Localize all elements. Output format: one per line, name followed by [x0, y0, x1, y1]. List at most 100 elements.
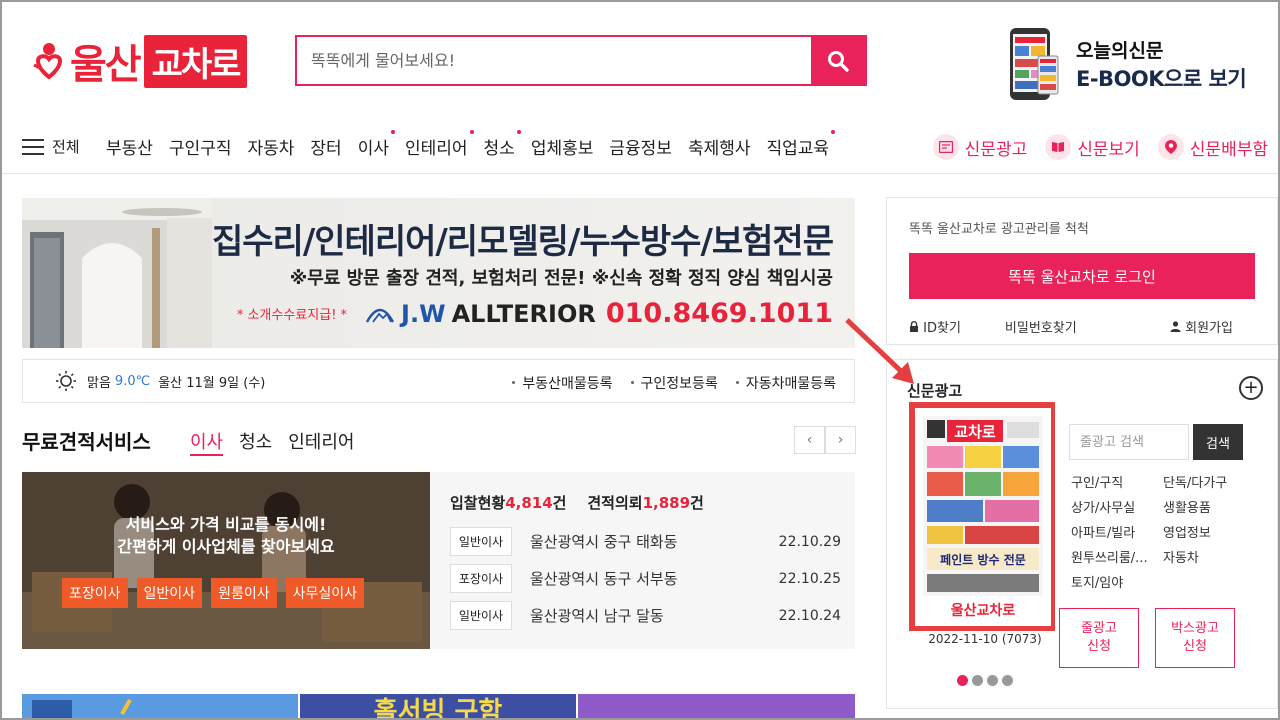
newspaper-cover[interactable]: 교차로 페인트 방수 전문 울산교차로 [911, 404, 1055, 630]
prev-button[interactable]: ‹ [794, 426, 825, 454]
nav-item[interactable]: 직업교육 [759, 130, 838, 159]
join-link[interactable]: 회원가입 [1170, 317, 1255, 336]
apply-label: 박스광고 신청 [1171, 621, 1219, 654]
ad-category-link[interactable]: 영업정보 [1163, 522, 1263, 541]
ad-category-link[interactable]: 원투쓰리룸/... [1071, 547, 1163, 566]
box-ad-apply-button[interactable]: 박스광고 신청 [1155, 608, 1235, 668]
tab-moving[interactable]: 이사 [190, 428, 224, 456]
packing-moving-button[interactable]: 포장이사 [62, 578, 128, 608]
sun-icon [56, 371, 76, 391]
main-nav: 전체 부동산 구인구직 자동차 장터 이사 인테리어 청소 업체홍보 금융정보 축제행사 직업교육 … [2, 124, 1278, 174]
site-logo[interactable]: 울산 교차로 [32, 32, 248, 90]
banner-brand-allterior: ALLTERIOR [451, 299, 596, 328]
ebook-line1: 오늘의신문 [1076, 39, 1164, 62]
oneroom-moving-button[interactable]: 원룸이사 [211, 578, 277, 608]
nav-items: 부동산 구인구직 자동차 장터 이사 인테리어 청소 업체홍보 금융정보 축제행사 직업교육 [98, 130, 838, 159]
new-dot-indicator [516, 130, 521, 134]
search-input[interactable] [297, 37, 811, 84]
ad-category-link[interactable]: 상가/사무실 [1071, 497, 1163, 516]
newspaper-icon [932, 134, 959, 160]
plus-circle-icon[interactable]: + [1239, 376, 1263, 400]
bottom-tile-2[interactable]: 홀서빙 구함 [300, 694, 576, 718]
nav-newspaper-box[interactable]: 신문배부함 [1157, 134, 1268, 160]
general-moving-button[interactable]: 일반이사 [136, 578, 203, 608]
quote-address: 울산광역시 동구 서부동 [530, 570, 678, 588]
newspaper-ad-title: 신문광고 [907, 382, 963, 400]
nav-all-label: 전체 [52, 138, 80, 156]
nav-item[interactable]: 축제행사 [680, 134, 759, 159]
quote-date: 22.10.25 [778, 570, 841, 587]
weather-bar: 맑음 9.0℃ 울산 11월 9일 (수) 부동산매물등록 구인정보등록 자동차… [22, 359, 855, 403]
login-box: 똑똑 울산교차로 광고관리를 척척 똑똑 울산교차로 로그인 ID찾기 비밀번호… [886, 197, 1278, 345]
mountain-logo-icon [365, 308, 395, 323]
ebook-link[interactable]: 오늘의신문 E-BOOK으로 보기 [1002, 24, 1252, 104]
ad-category-link[interactable]: 구인/구직 [1071, 472, 1163, 491]
bottom-tile-3[interactable] [578, 694, 855, 718]
link-job-register[interactable]: 구인정보등록 [630, 373, 718, 393]
ad-category-link[interactable]: 아파트/빌라 [1071, 522, 1163, 541]
quote-type-badge: 포장이사 [450, 564, 512, 593]
nav-item[interactable]: 자동차 [239, 134, 302, 159]
list-item[interactable]: 일반이사 울산광역시 중구 태화동 22.10.29 [450, 523, 841, 560]
quote-date: 22.10.24 [778, 607, 841, 624]
slide-dot[interactable] [957, 675, 968, 686]
nav-item[interactable]: 이사 [350, 130, 397, 159]
bottom-tile-1[interactable] [22, 694, 298, 718]
nav-item[interactable]: 인테리어 [397, 130, 476, 159]
search-bar [295, 35, 867, 86]
slide-dot[interactable] [1002, 675, 1013, 686]
quote-type-badge: 일반이사 [450, 601, 512, 630]
line-ad-search-button[interactable]: 검색 [1193, 424, 1243, 460]
nav-newspaper-view[interactable]: 신문보기 [1045, 134, 1140, 160]
nav-newspaper-ad[interactable]: 신문광고 [932, 134, 1027, 160]
link-real-estate-register[interactable]: 부동산매물등록 [512, 373, 613, 393]
tab-cleaning[interactable]: 청소 [239, 428, 272, 456]
line-ad-search-input[interactable] [1069, 424, 1189, 460]
newspaper-ad-box: 신문광고 + 교차로 페인트 방수 전문 울산교차로 2022-11-10 (7… [886, 359, 1278, 709]
banner-phone: 010.8469.1011 [605, 298, 833, 329]
ad-category-link[interactable]: 생활용품 [1163, 497, 1263, 516]
newspaper-date: 2022-11-10 (7073) [928, 632, 1042, 646]
nav-item[interactable]: 장터 [302, 134, 349, 159]
free-quote-photo: 서비스와 가격 비교를 동시에! 간편하게 이사업체를 찾아보세요 포장이사 일… [22, 472, 430, 649]
search-button[interactable] [811, 37, 865, 84]
weather-location-date: 울산 11월 9일 (수) [158, 375, 266, 391]
find-password-link[interactable]: 비밀번호찾기 [1005, 317, 1077, 336]
nav-item[interactable]: 금융정보 [601, 134, 680, 159]
nav-right-label: 신문배부함 [1189, 139, 1268, 160]
banner-room-image [22, 198, 212, 348]
ebook-line2: E-BOOK으로 보기 [1076, 66, 1247, 91]
ad-category-link[interactable]: 단독/다가구 [1163, 472, 1263, 491]
logo-text: 울산 [70, 42, 142, 88]
phone-newspaper-icon [1002, 26, 1064, 102]
chevron-left-icon: ‹ [806, 432, 813, 448]
ad-banner[interactable]: 집수리/인테리어/리모델링/누수방수/보험전문 ※무료 방문 출장 견적, 보험… [22, 198, 855, 348]
new-dot-indicator [831, 130, 836, 134]
nav-item[interactable]: 업체홍보 [523, 134, 602, 159]
ad-category-link[interactable]: 자동차 [1163, 547, 1263, 566]
nav-all-button[interactable]: 전체 [22, 136, 80, 157]
tab-interior[interactable]: 인테리어 [288, 428, 354, 456]
banner-brand-jw: J.W [401, 299, 446, 328]
ad-category-link[interactable]: 토지/임야 [1071, 572, 1163, 591]
login-button[interactable]: 똑똑 울산교차로 로그인 [909, 253, 1255, 299]
find-id-link[interactable]: ID찾기 [909, 317, 983, 336]
person-icon [1170, 321, 1181, 332]
list-item[interactable]: 일반이사 울산광역시 남구 달동 22.10.24 [450, 597, 841, 634]
ad-category-list: 구인/구직 단독/다가구 상가/사무실 생활용품 아파트/빌라 영업정보 원투쓰리룸/...… [1071, 472, 1271, 591]
list-item[interactable]: 포장이사 울산광역시 동구 서부동 22.10.25 [450, 560, 841, 597]
slide-dot[interactable] [987, 675, 998, 686]
nav-item[interactable]: 구인구직 [161, 134, 240, 159]
link-car-register[interactable]: 자동차매물등록 [735, 373, 836, 393]
cover-headline: 페인트 방수 전문 [940, 552, 1026, 567]
photo-text-line2: 간편하게 이사업체를 찾아보세요 [117, 537, 335, 556]
slide-dot[interactable] [972, 675, 983, 686]
office-moving-button[interactable]: 사무실이사 [285, 578, 364, 608]
line-ad-apply-button[interactable]: 줄광고 신청 [1059, 608, 1139, 668]
nav-right-links: 신문광고 신문보기 신문배부함 [915, 134, 1268, 160]
next-button[interactable]: › [825, 426, 856, 454]
search-icon [828, 50, 849, 72]
nav-item[interactable]: 청소 [476, 130, 523, 159]
nav-item[interactable]: 부동산 [98, 134, 161, 159]
weather-condition: 맑음 [87, 375, 111, 391]
